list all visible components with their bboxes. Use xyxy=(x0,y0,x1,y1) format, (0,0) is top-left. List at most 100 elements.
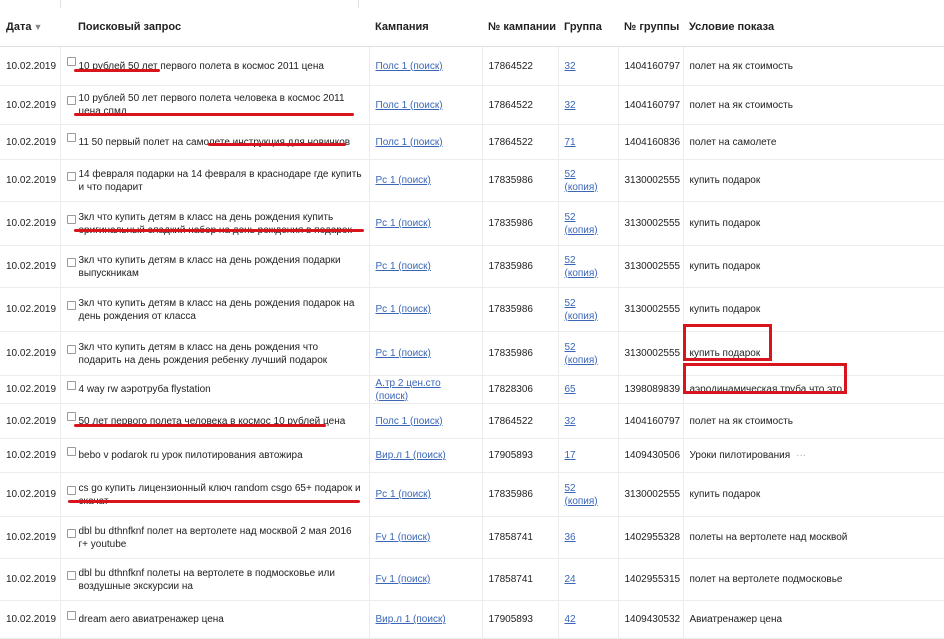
campaign-link[interactable]: Полс 1 (поиск) xyxy=(376,100,443,111)
campaign-link[interactable]: Fv 1 (поиск) xyxy=(376,574,431,585)
annotation-underline xyxy=(74,424,326,427)
col-campaign-header[interactable]: Кампания xyxy=(369,8,482,47)
condition-text: Авиатренажер цена xyxy=(689,614,783,625)
row-checkbox[interactable] xyxy=(66,57,76,66)
campaign-link[interactable]: Рс 1 (поиск) xyxy=(376,348,431,359)
campaign-no-cell: 17864522 xyxy=(482,85,559,125)
annotation-underline xyxy=(208,143,346,146)
group-link[interactable]: 32 xyxy=(565,61,576,72)
group-cell: 32 xyxy=(558,46,619,86)
col-campaign-no-header[interactable]: № кампании xyxy=(482,8,558,47)
campaign-link[interactable]: Рс 1 (поиск) xyxy=(376,175,431,186)
condition-text: купить подарок xyxy=(689,304,761,315)
row-checkbox[interactable] xyxy=(66,96,76,105)
table-row: 10.02.2019 dbl bu dthnfknf полеты на верт… xyxy=(0,558,944,601)
row-checkbox[interactable] xyxy=(66,485,76,495)
campaign-link[interactable]: Вир.л 1 (поиск) xyxy=(376,614,446,625)
campaign-cell: Полс 1 (поиск) xyxy=(369,46,483,86)
search-queries-report: Дата ▼ Поисковый запрос Кампания № кампан… xyxy=(0,0,944,639)
group-link[interactable]: 52 (копия) xyxy=(565,483,598,507)
campaign-cell: Вир.л 1 (поиск) xyxy=(369,438,483,473)
group-link[interactable]: 52 (копия) xyxy=(565,212,598,236)
row-checkbox[interactable] xyxy=(66,446,76,456)
row-checkbox[interactable] xyxy=(66,570,76,580)
query-text: 4 way rw аэротруба flystation xyxy=(78,384,211,395)
group-link[interactable]: 32 xyxy=(565,100,576,111)
condition-text: купить подарок xyxy=(689,261,761,272)
condition-cell: купить подарок xyxy=(683,245,944,288)
condition-text: полет на як стоимость xyxy=(689,60,793,72)
row-checkbox[interactable] xyxy=(66,412,76,421)
row-checkbox[interactable] xyxy=(66,257,76,267)
group-link[interactable]: 36 xyxy=(565,532,576,543)
campaign-cell: Полс 1 (поиск) xyxy=(369,124,483,160)
campaign-link[interactable]: А.тр 2 цен.сто (поиск) xyxy=(376,378,441,402)
table-row: 10.02.2019 10 рублей 50 лет первого полет… xyxy=(0,46,944,86)
date-header-label: Дата xyxy=(6,21,32,33)
group-cell: 24 xyxy=(558,558,619,601)
group-cell: 32 xyxy=(558,403,619,439)
table-row: 10.02.2019 cs go купить лицензионный ключ… xyxy=(0,472,944,517)
condition-cell: Уроки пилотирования ··· xyxy=(683,438,944,473)
table-row: 10.02.2019 dbl bu dthnfknf полет на верто… xyxy=(0,516,944,559)
campaign-link[interactable]: Рс 1 (поиск) xyxy=(376,304,431,315)
campaign-link[interactable]: Рс 1 (поиск) xyxy=(376,218,431,229)
annotation-box xyxy=(683,363,847,394)
annotation-underline xyxy=(74,229,364,232)
query-cell: 50 лет первого полета человека в космос … xyxy=(60,403,370,439)
table-row: 10.02.2019 3кл что купить детям в класс н… xyxy=(0,201,944,246)
query-cell: 11 50 первый полет на самолете инструкци… xyxy=(60,124,370,160)
campaign-link[interactable]: Полс 1 (поиск) xyxy=(376,61,443,72)
condition-text: полет на самолете xyxy=(689,136,777,148)
group-no-cell: 1409430506 xyxy=(618,438,684,473)
row-checkbox[interactable] xyxy=(66,380,76,390)
row-checkbox[interactable] xyxy=(66,610,76,620)
group-link[interactable]: 52 (копия) xyxy=(565,255,598,279)
campaign-link[interactable]: Вир.л 1 (поиск) xyxy=(376,450,446,461)
campaign-link[interactable]: Полс 1 (поиск) xyxy=(376,416,443,427)
group-link[interactable]: 52 (копия) xyxy=(565,342,598,366)
query-text: dream aero авиатренажер цена xyxy=(78,614,224,625)
group-cell: 52 (копия) xyxy=(558,201,619,246)
col-date-header[interactable]: Дата ▼ xyxy=(0,8,60,47)
row-checkbox[interactable] xyxy=(66,133,76,142)
query-cell: dbl bu dthnfknf полеты на вертолете в по… xyxy=(60,558,370,601)
row-checkbox[interactable] xyxy=(66,300,76,310)
campaign-link[interactable]: Рс 1 (поиск) xyxy=(376,489,431,500)
group-link[interactable]: 52 (копия) xyxy=(565,298,598,322)
group-link[interactable]: 65 xyxy=(565,384,576,395)
group-link[interactable]: 71 xyxy=(565,137,576,148)
group-link[interactable]: 42 xyxy=(565,614,576,625)
campaign-link[interactable]: Полс 1 (поиск) xyxy=(376,137,443,148)
query-cell: 14 февраля подарки на 14 февраля в красн… xyxy=(60,159,370,202)
table-row: 10.02.2019 14 февраля подарки на 14 февра… xyxy=(0,159,944,202)
row-checkbox[interactable] xyxy=(66,171,76,181)
group-no-cell: 1404160797 xyxy=(618,85,684,125)
row-checkbox[interactable] xyxy=(66,344,76,354)
col-query-header[interactable]: Поисковый запрос xyxy=(60,8,369,47)
group-no-cell: 1402955315 xyxy=(618,558,684,601)
more-options-icon[interactable]: ··· xyxy=(796,450,806,461)
group-cell: 17 xyxy=(558,438,619,473)
group-cell: 65 xyxy=(558,375,619,404)
row-checkbox[interactable] xyxy=(66,214,76,224)
campaign-link[interactable]: Рс 1 (поиск) xyxy=(376,261,431,272)
col-group-header[interactable]: Группа xyxy=(558,8,618,47)
campaign-no-cell: 17864522 xyxy=(482,124,559,160)
col-condition-header[interactable]: Условие показа xyxy=(683,8,944,47)
campaign-no-cell: 17835986 xyxy=(482,472,559,517)
row-checkbox[interactable] xyxy=(66,528,76,538)
group-link[interactable]: 17 xyxy=(565,450,576,461)
table-row: 10.02.2019 3кл что купить детям в класс н… xyxy=(0,245,944,288)
campaign-link[interactable]: Fv 1 (поиск) xyxy=(376,532,431,543)
condition-cell: купить подарок xyxy=(683,201,944,246)
group-link[interactable]: 24 xyxy=(565,574,576,585)
campaign-no-cell: 17835986 xyxy=(482,331,559,376)
sort-desc-icon[interactable]: ▼ xyxy=(33,22,42,32)
group-link[interactable]: 52 (копия) xyxy=(565,169,598,193)
group-link[interactable]: 32 xyxy=(565,416,576,427)
campaign-no-cell: 17828306 xyxy=(482,375,559,404)
campaign-no-cell: 17858741 xyxy=(482,516,559,559)
condition-cell: полет на як стоимость xyxy=(683,46,944,86)
col-group-no-header[interactable]: № группы xyxy=(618,8,683,47)
